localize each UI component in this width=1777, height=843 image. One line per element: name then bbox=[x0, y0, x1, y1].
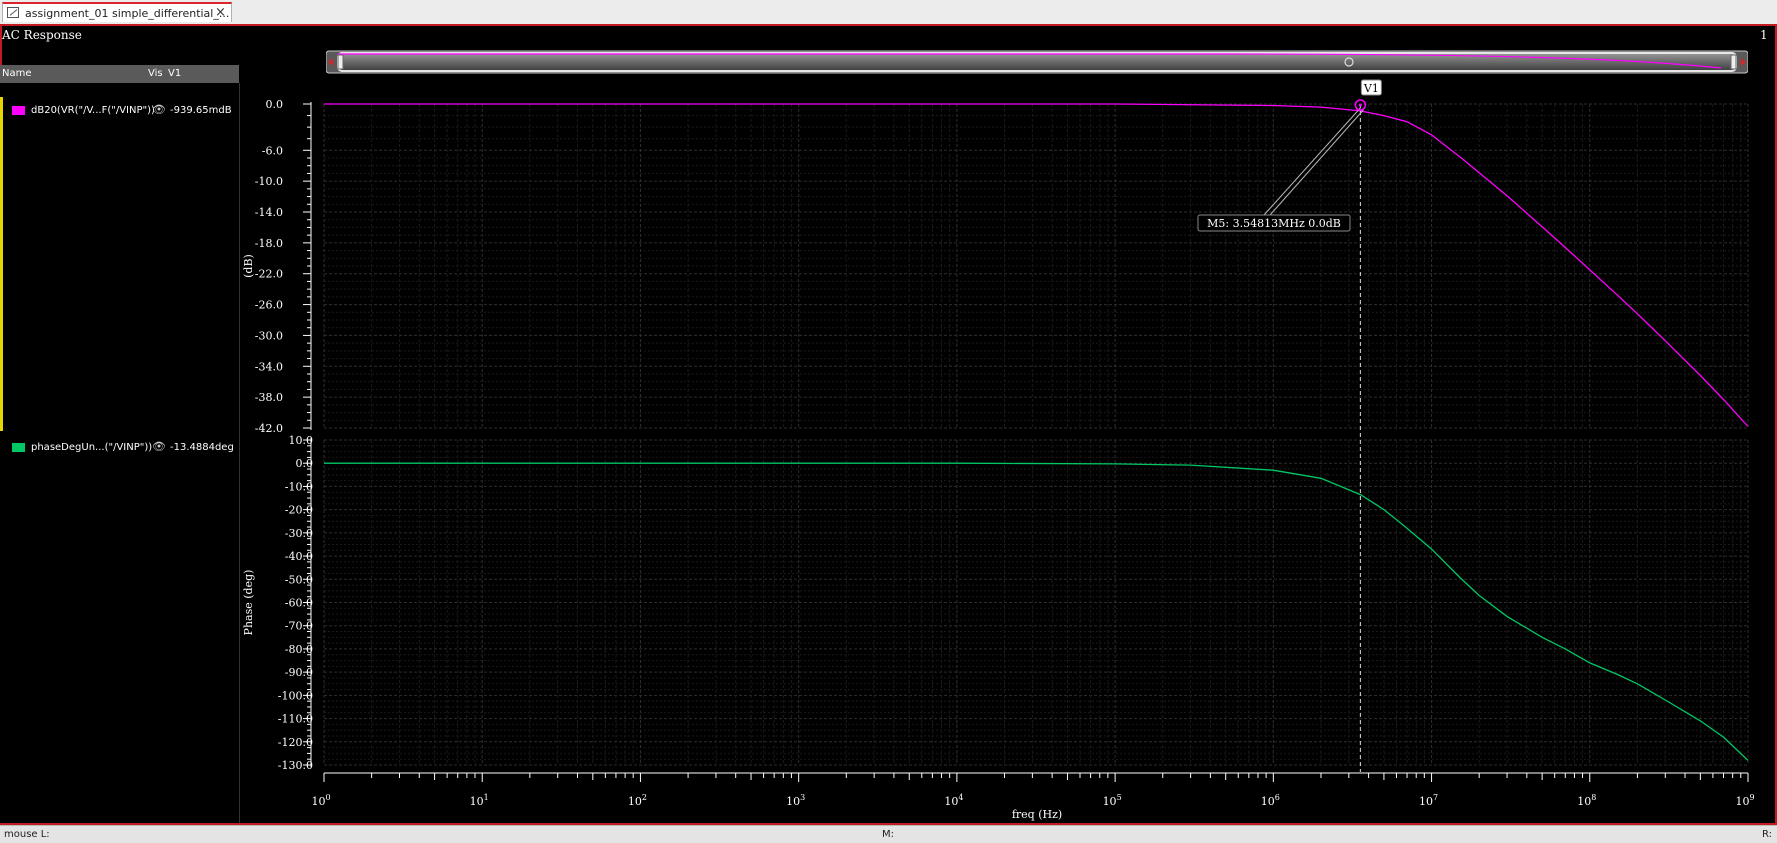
x-tick-label: 103 bbox=[786, 793, 805, 808]
x-tick-label: 102 bbox=[628, 793, 647, 808]
plot-area[interactable]: 0.0 -6.0 -10.0 -14.0 -18.0 -22.0 -26.0 -30.0 -34… bbox=[0, 0, 1777, 842]
status-mouse-middle: M: bbox=[882, 829, 894, 840]
marker-dot bbox=[1358, 103, 1362, 107]
x-tick-label: 109 bbox=[1735, 793, 1754, 808]
y-tick-label: -22.0 bbox=[255, 268, 283, 281]
y-tick-label: -18.0 bbox=[255, 237, 283, 250]
status-mouse-left: mouse L: bbox=[4, 829, 50, 840]
marker-label: V1 bbox=[1363, 82, 1379, 95]
x-tick-label: 101 bbox=[470, 793, 489, 808]
y-tick-label: -60.0 bbox=[285, 597, 313, 610]
x-tick-label: 105 bbox=[1103, 793, 1122, 808]
y-tick-label: -10.0 bbox=[255, 175, 283, 188]
y-tick-label: -120.0 bbox=[278, 736, 313, 749]
status-mouse-right: R: bbox=[1762, 829, 1773, 840]
x-tick-label: 104 bbox=[944, 793, 963, 808]
y-tick-label: -50.0 bbox=[285, 573, 313, 586]
y-tick-label: -20.0 bbox=[285, 504, 313, 517]
y-tick-label: -100.0 bbox=[278, 689, 313, 702]
y-tick-label: -70.0 bbox=[285, 620, 313, 633]
marker-readout-label: M5: 3.54813MHz 0.0dB bbox=[1207, 217, 1341, 230]
x-tick-label: 106 bbox=[1261, 793, 1280, 808]
y-tick-label: -110.0 bbox=[278, 713, 313, 726]
y-tick-label: -130.0 bbox=[278, 759, 313, 772]
y-tick-label: -80.0 bbox=[285, 643, 313, 656]
status-bar: mouse L: M: R: bbox=[0, 825, 1777, 843]
phase-y-axis-label: Phase (deg) bbox=[242, 570, 255, 636]
grid-lines bbox=[240, 98, 1750, 771]
y-tick-label: -34.0 bbox=[255, 360, 283, 373]
y-tick-label: -30.0 bbox=[285, 527, 313, 540]
y-tick-label: -14.0 bbox=[255, 206, 283, 219]
y-tick-label: -90.0 bbox=[285, 666, 313, 679]
y-tick-label: -26.0 bbox=[255, 299, 283, 312]
y-tick-label: 0.0 bbox=[266, 98, 284, 111]
y-tick-label: -40.0 bbox=[285, 550, 313, 563]
x-tick-label: 108 bbox=[1577, 793, 1596, 808]
y-tick-label: -38.0 bbox=[255, 391, 283, 404]
x-tick-label: 107 bbox=[1419, 793, 1438, 808]
y-tick-label: 0.0 bbox=[296, 457, 314, 470]
y-tick-label: -10.0 bbox=[285, 480, 313, 493]
y-tick-label: -6.0 bbox=[262, 144, 283, 157]
y-tick-label: -42.0 bbox=[255, 422, 283, 435]
y-tick-label: 10.0 bbox=[289, 434, 314, 447]
x-tick-label: 100 bbox=[311, 793, 330, 808]
y-tick-label: -30.0 bbox=[255, 329, 283, 342]
x-axis-label: freq (Hz) bbox=[1012, 808, 1062, 821]
magnitude-y-axis-label: (dB) bbox=[242, 254, 255, 278]
